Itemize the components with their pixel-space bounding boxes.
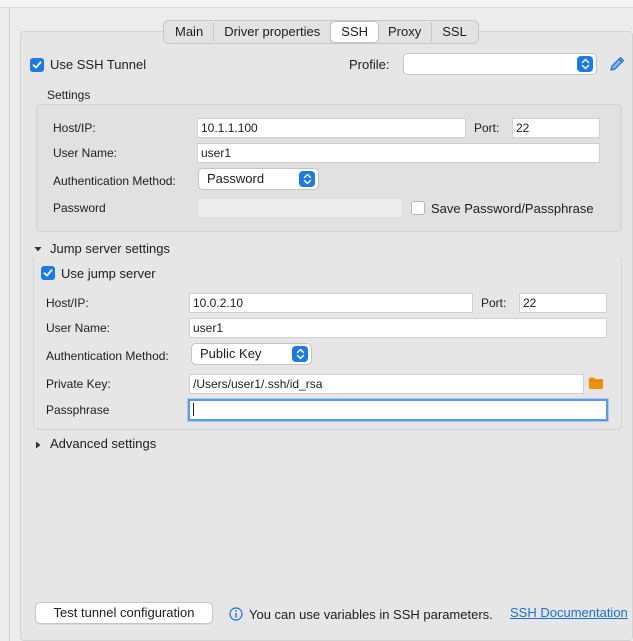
private-key-input[interactable]: /Users/user1/.ssh/id_rsa	[189, 374, 584, 394]
folder-icon[interactable]	[588, 376, 604, 390]
jump-host-input[interactable]: 10.0.2.10	[189, 293, 473, 313]
password-input[interactable]	[197, 198, 403, 218]
jump-user-name-label: User Name:	[46, 321, 111, 335]
disclosure-triangle-closed-icon	[36, 441, 41, 449]
tab-proxy[interactable]: Proxy	[378, 22, 433, 42]
tab-main[interactable]: Main	[165, 22, 215, 42]
jump-section-title[interactable]: Jump server settings	[50, 241, 170, 256]
checkmark-icon	[43, 269, 53, 277]
host-input[interactable]: 10.1.1.100	[197, 118, 466, 138]
use-ssh-tunnel-label: Use SSH Tunnel	[50, 57, 147, 72]
auth-method-label: Authentication Method:	[53, 174, 176, 188]
jump-user-name-input[interactable]: user1	[189, 318, 607, 338]
private-key-label: Private Key:	[46, 377, 111, 391]
left-pane-edge	[0, 8, 10, 641]
profile-label: Profile:	[349, 57, 390, 72]
jump-port-input[interactable]: 22	[519, 293, 607, 313]
user-name-input[interactable]: user1	[197, 143, 600, 163]
use-jump-server-checkbox[interactable]	[41, 266, 55, 280]
jump-auth-method-value: Public Key	[200, 346, 262, 361]
window-top-strip	[0, 0, 633, 8]
tab-ssh[interactable]: SSH	[331, 22, 379, 42]
jump-section-toggle[interactable]	[33, 242, 43, 257]
save-password-checkbox[interactable]	[411, 201, 425, 215]
chevron-updown-icon	[577, 56, 593, 72]
jump-auth-method-label: Authentication Method:	[46, 349, 169, 363]
tab-driver-properties[interactable]: Driver properties	[214, 22, 332, 42]
info-icon	[229, 607, 243, 621]
jump-auth-method-select[interactable]: Public Key	[191, 343, 312, 365]
host-label: Host/IP:	[53, 121, 96, 135]
advanced-section-title[interactable]: Advanced settings	[50, 436, 156, 451]
chevron-updown-icon	[292, 346, 308, 362]
user-name-label: User Name:	[53, 146, 118, 160]
test-tunnel-button[interactable]: Test tunnel configuration	[35, 602, 213, 624]
info-text: You can use variables in SSH parameters.	[249, 607, 493, 622]
checkmark-icon	[32, 61, 42, 69]
tab-ssl[interactable]: SSL	[432, 22, 477, 42]
disclosure-triangle-open-icon	[34, 247, 42, 252]
port-input[interactable]: 22	[512, 118, 600, 138]
settings-section-title: Settings	[47, 88, 91, 102]
auth-method-value: Password	[207, 171, 265, 186]
auth-method-select[interactable]: Password	[198, 168, 319, 190]
chevron-updown-icon	[299, 171, 315, 187]
passphrase-label: Passphrase	[46, 403, 110, 417]
tab-bar: Main Driver properties SSH Proxy SSL	[163, 20, 479, 44]
ssh-documentation-link[interactable]: SSH Documentation	[510, 605, 628, 620]
use-jump-server-label: Use jump server	[61, 266, 156, 281]
text-caret	[193, 403, 194, 416]
port-label: Port:	[474, 121, 500, 135]
advanced-section-toggle[interactable]	[33, 438, 43, 453]
jump-port-label: Port:	[481, 296, 507, 310]
password-label: Password	[53, 201, 106, 215]
use-ssh-tunnel-checkbox[interactable]	[30, 58, 44, 72]
passphrase-input[interactable]	[188, 399, 608, 421]
save-password-label: Save Password/Passphrase	[431, 201, 594, 216]
edit-profile-pencil-icon[interactable]	[608, 55, 626, 73]
jump-host-label: Host/IP:	[46, 296, 89, 310]
profile-select[interactable]	[403, 53, 597, 75]
